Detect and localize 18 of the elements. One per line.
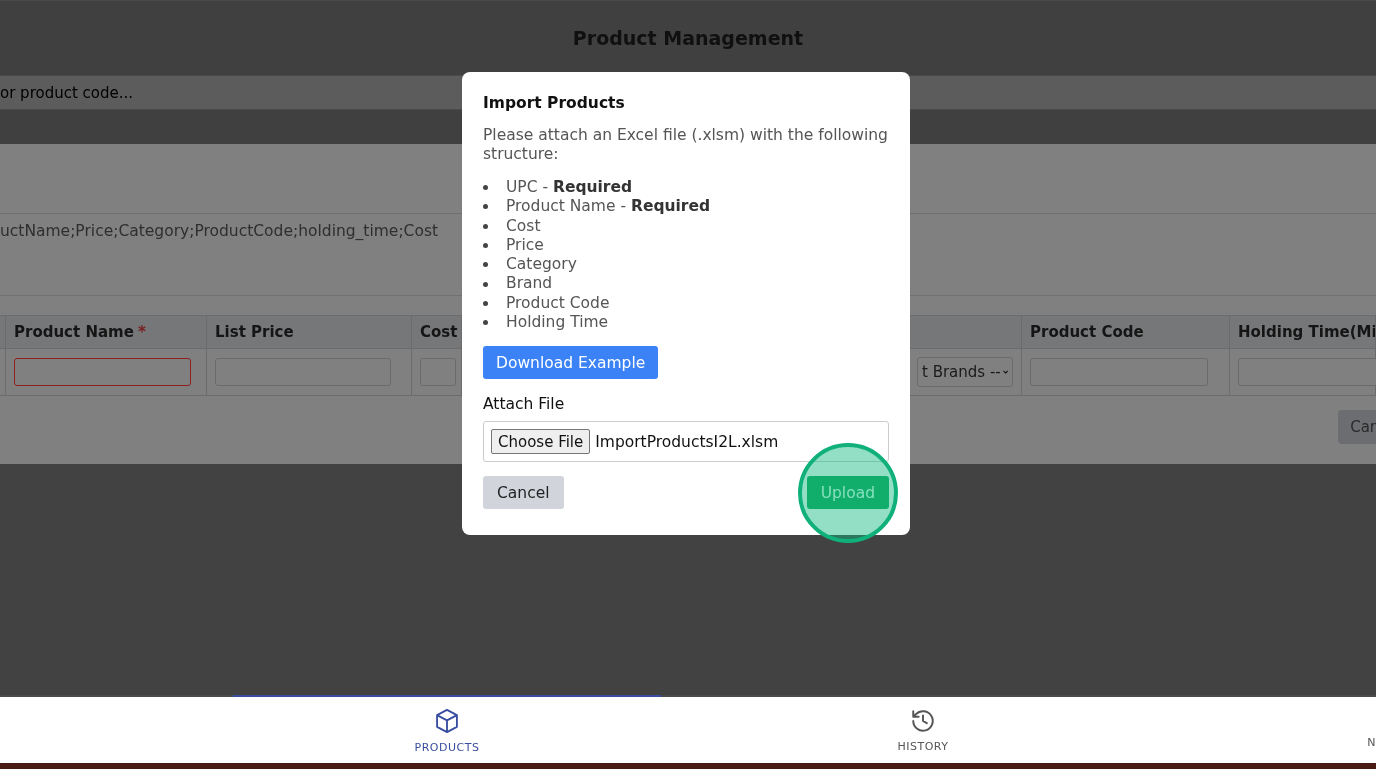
field-name: Product Name - Required bbox=[506, 197, 711, 217]
column-label: Product Code bbox=[1030, 323, 1144, 341]
field-name: Brand bbox=[506, 274, 553, 294]
required-mark: * bbox=[137, 323, 146, 341]
field-name: Price bbox=[506, 235, 544, 256]
column-label: Product Name bbox=[14, 323, 134, 341]
dialog-description: Please attach an Excel file (.xlsm) with the following structure: bbox=[483, 126, 889, 164]
field-name: Cost bbox=[506, 216, 541, 236]
dialog-title: Import Products bbox=[483, 94, 626, 112]
field-name: Holding Time bbox=[506, 313, 609, 333]
field-name: Product Code bbox=[506, 293, 610, 314]
column-label: Holding Time(Mi bbox=[1238, 323, 1375, 341]
file-name: ImportProductsI2L.xlsm bbox=[595, 432, 779, 451]
attach-file-label: Attach File bbox=[483, 395, 566, 414]
field-name: Category bbox=[506, 255, 577, 275]
column-label: List Price bbox=[215, 323, 294, 341]
column-label: Cost bbox=[420, 323, 458, 341]
field-name: UPC - Required bbox=[506, 178, 633, 198]
